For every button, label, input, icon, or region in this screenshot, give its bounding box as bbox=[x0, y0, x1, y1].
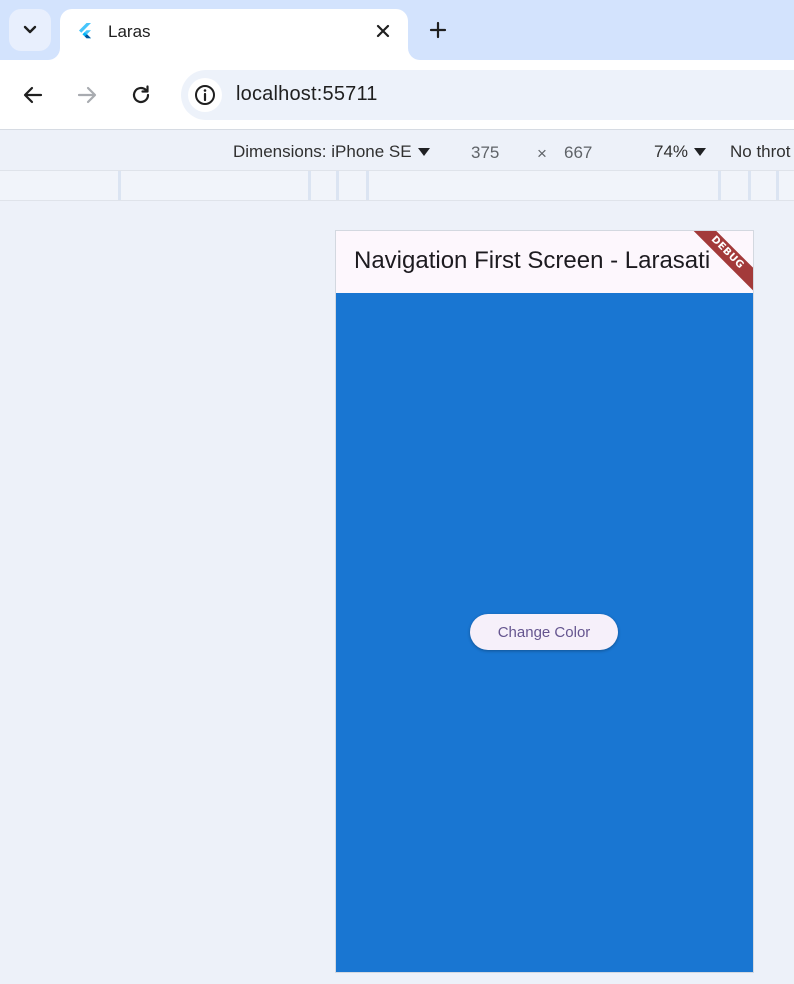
info-icon bbox=[195, 85, 215, 105]
back-button[interactable] bbox=[15, 77, 51, 113]
flutter-logo-icon bbox=[79, 23, 91, 39]
caret-down-icon bbox=[694, 148, 707, 156]
device-viewport: Navigation First Screen - Larasati DEBUG… bbox=[336, 231, 753, 972]
throttle-dropdown[interactable]: No throt bbox=[730, 142, 790, 162]
forward-button[interactable] bbox=[69, 77, 105, 113]
change-color-button[interactable]: Change Color bbox=[470, 614, 618, 650]
zoom-dropdown[interactable]: 74% bbox=[654, 142, 707, 162]
ruler-marker[interactable] bbox=[748, 171, 751, 200]
browser-toolbar: localhost:55711 bbox=[0, 60, 794, 130]
close-icon bbox=[376, 24, 390, 38]
new-tab-button[interactable] bbox=[422, 14, 454, 46]
app-bar: Navigation First Screen - Larasati bbox=[336, 231, 753, 293]
ruler-marker[interactable] bbox=[308, 171, 311, 200]
times-symbol: × bbox=[537, 144, 547, 163]
width-input[interactable]: 375 bbox=[471, 143, 499, 163]
site-info-button[interactable] bbox=[188, 78, 222, 112]
device-toolbar: Dimensions: iPhone SE 375 × 667 74% No t… bbox=[0, 131, 794, 171]
tab-strip: Laras bbox=[0, 0, 794, 60]
reload-button[interactable] bbox=[123, 77, 159, 113]
address-bar[interactable]: localhost:55711 bbox=[181, 70, 794, 120]
ruler-marker[interactable] bbox=[118, 171, 121, 200]
ruler-marker[interactable] bbox=[718, 171, 721, 200]
arrow-left-icon bbox=[23, 86, 43, 104]
url-text[interactable]: localhost:55711 bbox=[236, 83, 378, 106]
dimensions-dropdown[interactable]: Dimensions: iPhone SE bbox=[233, 142, 430, 162]
reload-icon bbox=[132, 85, 150, 104]
dimensions-label: Dimensions: iPhone SE bbox=[233, 142, 412, 161]
chevron-down-icon bbox=[23, 25, 37, 34]
ruler-marker[interactable] bbox=[336, 171, 339, 200]
caret-down-icon bbox=[417, 148, 430, 156]
ruler-marker[interactable] bbox=[366, 171, 369, 200]
tab-close-button[interactable] bbox=[372, 20, 394, 42]
plus-icon bbox=[429, 21, 447, 39]
page-title: Navigation First Screen - Larasati bbox=[354, 247, 711, 274]
tab-title: Laras bbox=[108, 22, 151, 41]
height-input[interactable]: 667 bbox=[564, 143, 592, 163]
media-query-ruler bbox=[0, 171, 794, 201]
arrow-right-icon bbox=[77, 86, 97, 104]
tab-search-button[interactable] bbox=[9, 9, 51, 51]
active-tab[interactable]: Laras bbox=[60, 9, 408, 60]
ruler-marker[interactable] bbox=[776, 171, 779, 200]
zoom-label: 74% bbox=[654, 142, 689, 161]
